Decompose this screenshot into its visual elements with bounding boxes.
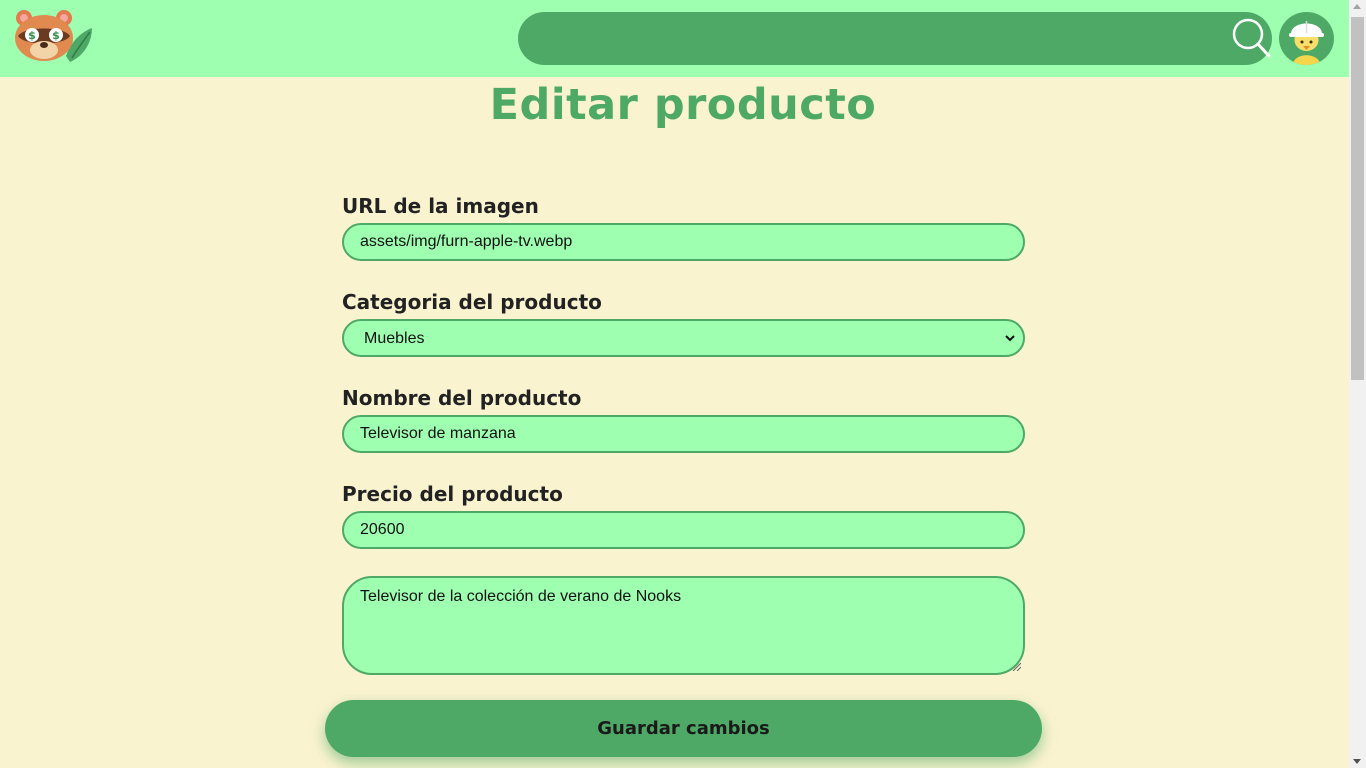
search-button[interactable] <box>1230 17 1274 61</box>
search-input[interactable] <box>542 22 1222 55</box>
scroll-down-arrow-icon[interactable] <box>1353 759 1361 764</box>
raccoon-logo-icon: $ $ <box>15 10 92 62</box>
category-label: Categoria del producto <box>342 290 602 314</box>
resize-handle-icon[interactable] <box>1012 662 1021 671</box>
description-textarea[interactable]: Televisor de la colección de verano de N… <box>342 576 1025 675</box>
category-select[interactable]: Muebles <box>342 319 1025 357</box>
price-label: Precio del producto <box>342 482 563 506</box>
image-url-input[interactable] <box>342 223 1025 261</box>
search-icon <box>1232 18 1271 58</box>
category-selected-value: Muebles <box>364 330 425 347</box>
product-name-input[interactable] <box>342 415 1025 453</box>
save-changes-button[interactable]: Guardar cambios <box>325 700 1042 757</box>
product-name-label: Nombre del producto <box>342 386 582 410</box>
chevron-down-icon <box>1005 335 1015 342</box>
scroll-up-arrow-icon[interactable] <box>1353 4 1361 9</box>
price-input[interactable] <box>342 511 1025 549</box>
vertical-scrollbar[interactable] <box>1349 0 1366 768</box>
villager-avatar-icon <box>1289 21 1324 65</box>
page-viewport: $ $ Editar producto URL de la imagen ass… <box>0 0 1349 768</box>
page-title: Editar producto <box>489 80 877 130</box>
scrollbar-thumb[interactable] <box>1351 17 1364 380</box>
user-avatar[interactable] <box>1279 12 1334 65</box>
svg-text:$: $ <box>52 29 60 42</box>
image-url-label: URL de la imagen <box>342 194 539 218</box>
top-header: $ $ <box>0 0 1349 77</box>
svg-text:$: $ <box>28 29 36 42</box>
logo[interactable]: $ $ <box>14 8 94 66</box>
search-bar <box>518 12 1272 65</box>
